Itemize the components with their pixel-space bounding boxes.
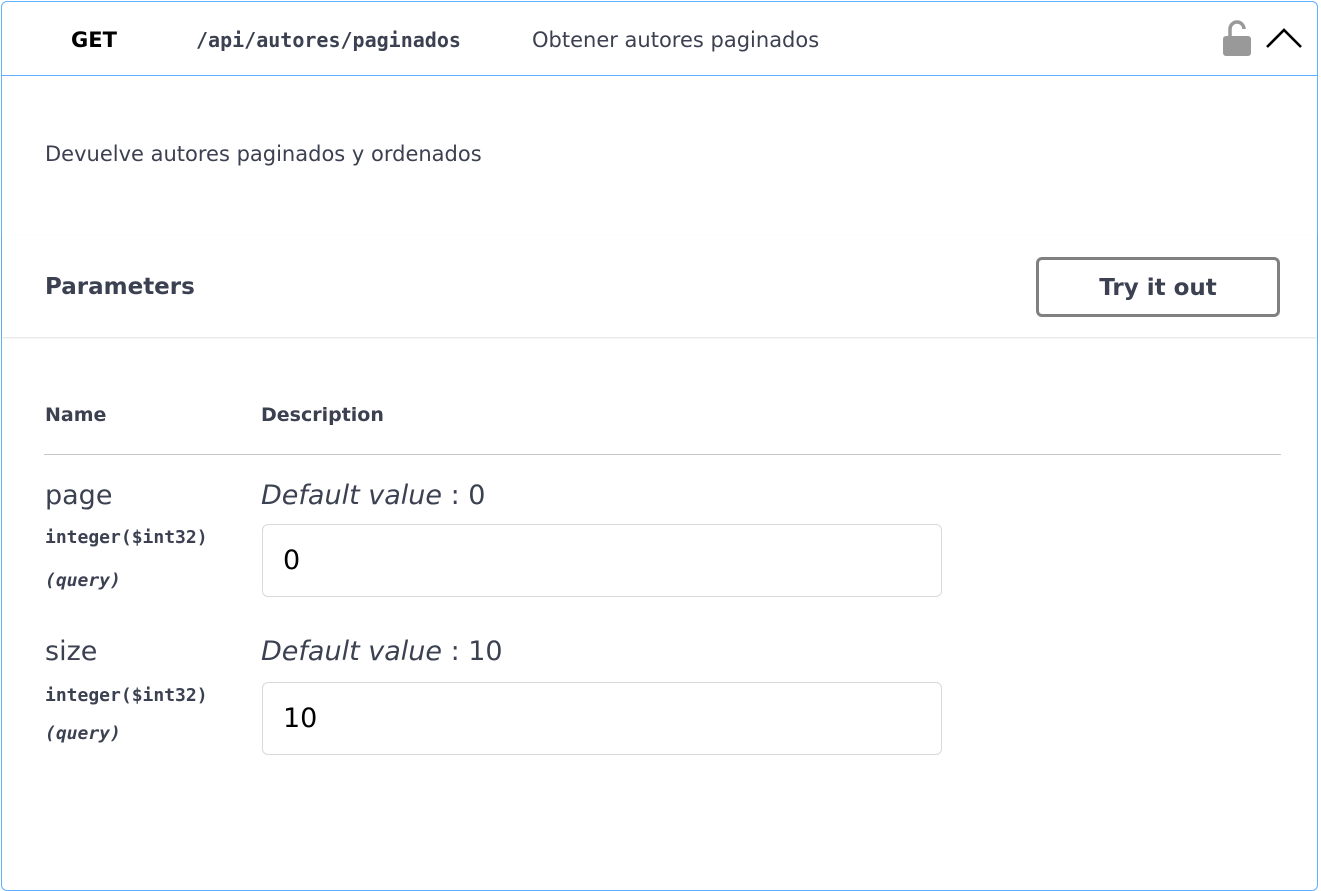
parameter-default: Default value : 0 [261, 478, 485, 514]
operation-summary[interactable]: GET /api/autores/paginados Obtener autor… [2, 2, 1317, 76]
default-value: 10 [468, 636, 503, 667]
table-divider [44, 454, 1281, 455]
parameter-default: Default value : 10 [261, 634, 503, 670]
default-separator: : [441, 480, 469, 511]
try-it-out-button[interactable]: Try it out [1036, 257, 1280, 317]
default-value-label: Default value [261, 480, 442, 511]
page-input[interactable] [262, 524, 942, 597]
http-method: GET [71, 28, 117, 52]
column-header-description: Description [261, 404, 384, 426]
unlocked-padlock-icon[interactable] [1221, 18, 1253, 58]
parameters-title: Parameters [45, 274, 195, 300]
endpoint-path: /api/autores/paginados [196, 28, 461, 52]
operation-description: Devuelve autores paginados y ordenados [45, 142, 482, 166]
operation-summary-text: Obtener autores paginados [532, 28, 820, 52]
parameter-type: integer($int32) [45, 685, 208, 706]
parameter-name: size [45, 636, 98, 667]
size-input[interactable] [262, 682, 942, 755]
parameter-type: integer($int32) [45, 527, 208, 548]
chevron-up-icon[interactable] [1264, 22, 1304, 54]
operation-block: GET /api/autores/paginados Obtener autor… [1, 1, 1318, 891]
parameter-location: (query) [45, 570, 121, 591]
parameters-header: Parameters Try it out [2, 235, 1317, 337]
parameter-name: page [45, 480, 113, 511]
default-value-label: Default value [261, 636, 442, 667]
parameter-location: (query) [45, 723, 121, 744]
column-header-name: Name [45, 404, 107, 426]
default-value: 0 [468, 480, 486, 511]
default-separator: : [441, 636, 469, 667]
